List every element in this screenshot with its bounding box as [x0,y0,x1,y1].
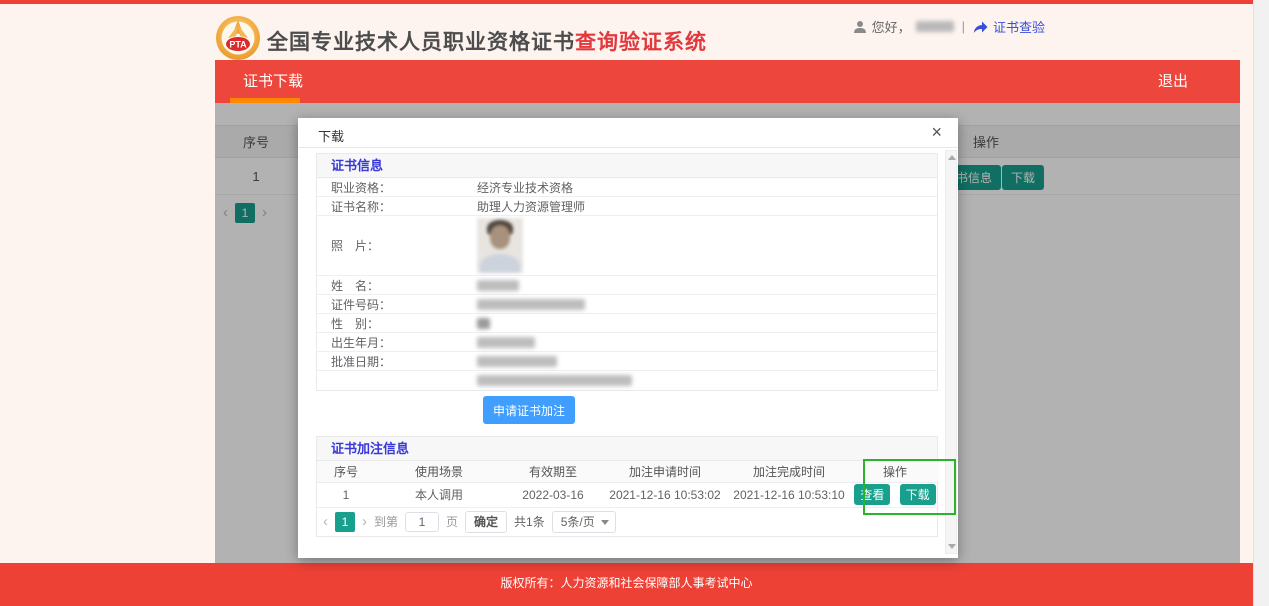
cell-valid-until: 2022-03-16 [503,482,603,508]
page-unit-label: 页 [446,515,459,529]
cert-name-label: 证书名称： [331,199,392,214]
name-redacted [477,279,519,291]
gender-redacted [477,317,490,329]
logo-text: PTA [229,40,247,50]
site-title-main: 全国专业技术人员职业资格证书 [267,31,575,54]
col-scene: 使用场景 [375,461,503,483]
annotation-header-row: 序号 使用场景 有效期至 加注申请时间 加注完成时间 操作 [317,461,939,483]
cert-info-section-title: 证书信息 [317,154,937,178]
nav-bar: 证书下载 退出 [215,60,1240,103]
row-approve-date: 批准日期： [317,352,937,371]
col-apply-time: 加注申请时间 [603,461,727,483]
birth-label: 出生年月： [331,335,392,350]
approve-date-redacted [477,355,557,367]
page-size-select[interactable]: 5条/页 [551,510,616,533]
anno-prev-page-icon[interactable]: ‹ [323,512,328,532]
annotation-row: 1 本人调用 2022-03-16 2021-12-16 10:53:02 20… [317,482,939,508]
id-number-label: 证件号码： [331,297,392,312]
gender-label: 性 别： [331,316,380,331]
cell-scene: 本人调用 [375,482,503,508]
cert-info-table: 证书信息 职业资格： 经济专业技术资格 证书名称： 助理人力资源管理师 照 片：… [316,153,938,391]
row-birth: 出生年月： [317,333,937,352]
row-download-button[interactable]: 下载 [899,484,936,505]
annotation-pagination: ‹ 1 › 到第 页 确定 共1条 5条/页 [317,508,937,536]
row-occupation: 职业资格： 经济专业技术资格 [317,178,937,197]
row-cert-name: 证书名称： 助理人力资源管理师 [317,197,937,216]
cell-index: 1 [317,482,375,508]
tab-cert-download[interactable]: 证书下载 [231,60,315,103]
download-modal: 下载 × 证书信息 职业资格： 经济专业技术资格 证书名称： 助理人力资源管理师… [298,118,958,558]
row-id-number: 证件号码： [317,295,937,314]
annotation-section-title: 证书加注信息 [317,437,937,461]
user-name-redacted [915,21,954,32]
cert-name-value: 助理人力资源管理师 [477,199,586,214]
cell-actions: 查看 下载 [851,482,939,508]
photo-label: 照 片： [331,239,380,253]
modal-title: 下载 [318,129,345,144]
page-size-value: 5条/页 [560,514,595,529]
extra-redacted [477,375,632,386]
greeting-prefix: 您好， [871,20,911,35]
chevron-down-icon [600,519,609,525]
anno-next-page-icon[interactable]: › [362,512,367,532]
goto-confirm-button[interactable]: 确定 [465,510,508,533]
scroll-down-icon[interactable] [948,544,956,549]
modal-scrollbar[interactable] [945,150,957,554]
id-number-redacted [477,298,585,310]
col-index: 序号 [317,461,375,483]
share-arrow-icon [973,21,988,33]
row-extra [317,371,937,390]
occupation-label: 职业资格： [331,180,392,195]
copyright-text: 版权所有：人力资源和社会保障部人事考试中心 [500,576,753,590]
name-label: 姓 名： [331,278,380,293]
logout-button[interactable]: 退出 [1158,60,1188,103]
page: PTA 全国专业技术人员职业资格证书查询验证系统 您好， | 证书查验 证书下载… [0,0,1269,606]
scroll-up-icon[interactable] [948,155,956,160]
approve-date-label: 批准日期： [331,354,392,369]
cell-apply-time: 2021-12-16 10:53:02 [603,482,727,508]
user-icon [853,20,866,33]
occupation-value: 经济专业技术资格 [477,180,574,195]
col-valid-until: 有效期至 [503,461,603,483]
row-photo: 照 片： [317,216,937,276]
modal-header: 下载 × [298,118,958,148]
annotation-section: 证书加注信息 序号 使用场景 有效期至 加注申请时间 加注完成时间 操作 1 本… [316,436,956,537]
apply-annotation-button[interactable]: 申请证书加注 [483,396,575,424]
goto-page-input[interactable] [405,511,440,532]
footer: 版权所有：人力资源和社会保障部人事考试中心 [0,563,1253,606]
id-photo [477,218,523,273]
row-gender: 性 别： [317,314,937,333]
row-name: 姓 名： [317,276,937,295]
close-icon[interactable]: × [931,122,942,142]
site-title: 全国专业技术人员职业资格证书查询验证系统 [267,26,707,56]
total-count-label: 共1条 [514,515,545,529]
header: PTA 全国专业技术人员职业资格证书查询验证系统 您好， | 证书查验 [215,4,1240,60]
page-scrollbar[interactable] [1253,0,1269,606]
greeting-divider: | [961,19,965,34]
goto-label: 到第 [374,515,399,529]
view-button[interactable]: 查看 [854,484,891,505]
site-title-accent: 查询验证系统 [575,31,707,54]
anno-current-page-button[interactable]: 1 [335,511,355,532]
user-greeting: 您好， | 证书查验 [853,17,1045,36]
birth-redacted [477,336,535,348]
col-complete-time: 加注完成时间 [727,461,851,483]
pta-logo-icon: PTA [216,16,260,60]
cert-verify-link[interactable]: 证书查验 [993,17,1045,36]
annotation-table: 序号 使用场景 有效期至 加注申请时间 加注完成时间 操作 1 本人调用 202… [317,461,939,508]
col-action: 操作 [851,461,939,483]
cell-complete-time: 2021-12-16 10:53:10 [727,482,851,508]
